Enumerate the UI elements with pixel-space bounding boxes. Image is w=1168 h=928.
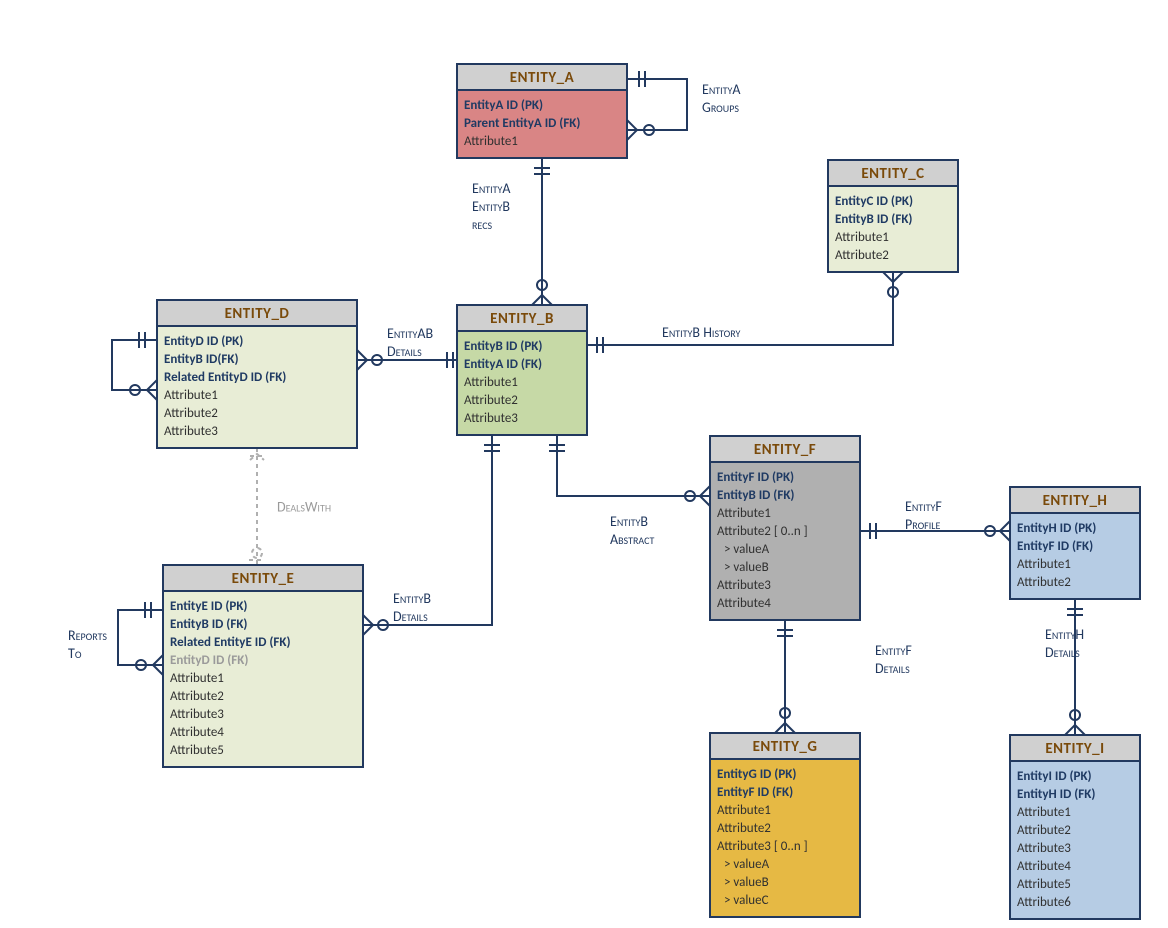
entity-key-optional: EntityD ID (FK) xyxy=(170,653,248,668)
entity-attr: Attribute3 xyxy=(464,411,518,426)
entity-attr: Attribute1 xyxy=(464,375,518,390)
entity-key: EntityB ID (FK) xyxy=(835,212,912,227)
relationship-label: Details xyxy=(393,608,428,625)
relationship-label: DealsWith xyxy=(277,499,331,516)
entity-h: ENTITY_H EntityH ID (PK) EntityF ID (FK) At… xyxy=(1010,487,1140,599)
relationship-label: Details xyxy=(1045,644,1080,661)
entity-title: ENTITY_G xyxy=(753,738,818,756)
relationship-label: To xyxy=(68,645,82,662)
entity-key: EntityE ID (PK) xyxy=(170,599,247,614)
entity-attr: > valueA xyxy=(724,857,770,872)
entity-attr: Attribute1 xyxy=(717,803,771,818)
entity-b: ENTITY_B EntityB ID (PK) EntityA ID (FK) At… xyxy=(457,305,587,435)
entity-key: EntityF ID (FK) xyxy=(1017,539,1093,554)
relationship-label: EntityAB xyxy=(387,325,434,342)
entity-key: Related EntityD ID (FK) xyxy=(164,370,286,385)
entity-attr: Attribute3 xyxy=(1017,841,1071,856)
entity-c: ENTITY_C EntityC ID (PK) EntityB ID (FK) At… xyxy=(828,160,958,272)
entity-key: EntityB ID (FK) xyxy=(170,617,247,632)
entity-attr: Attribute1 xyxy=(170,671,224,686)
entity-title: ENTITY_I xyxy=(1045,740,1104,758)
entity-key: EntityB ID(FK) xyxy=(164,352,239,367)
entity-title: ENTITY_B xyxy=(490,310,554,328)
entity-attr: Attribute6 xyxy=(1017,895,1071,910)
relationship-label: recs xyxy=(472,216,493,233)
entity-title: ENTITY_C xyxy=(861,165,924,183)
entity-title: ENTITY_E xyxy=(232,570,295,588)
entity-attr: Attribute1 xyxy=(464,134,518,149)
relationship-label: EntityB xyxy=(610,513,648,530)
entity-attr: Attribute1 xyxy=(835,230,889,245)
entity-d: ENTITY_D EntityD ID (PK) EntityB ID(FK) Rel… xyxy=(157,300,357,448)
entity-attr: Attribute2 xyxy=(170,689,224,704)
entity-attr: Attribute3 [ 0..n ] xyxy=(717,839,808,854)
relationship-label: Groups xyxy=(702,99,739,116)
entity-title: ENTITY_D xyxy=(225,305,290,323)
relationship-label: EntityF xyxy=(875,642,912,659)
entity-attr: Attribute2 xyxy=(1017,575,1071,590)
entity-key: EntityB ID (FK) xyxy=(717,488,794,503)
relationship-label: EntityA xyxy=(472,180,511,197)
relationship-label: EntityA xyxy=(702,81,741,98)
entity-key: EntityI ID (PK) xyxy=(1017,769,1092,784)
entity-attr: Attribute3 xyxy=(170,707,224,722)
relationship-label: EntityH xyxy=(1045,626,1084,643)
entity-attr: Attribute3 xyxy=(164,424,218,439)
relationship-label: Abstract xyxy=(610,531,654,548)
relationship-label: Reports xyxy=(68,627,107,644)
entity-title: ENTITY_H xyxy=(1043,492,1108,510)
entity-attr: Attribute1 xyxy=(717,506,771,521)
entity-attr: Attribute2 xyxy=(1017,823,1071,838)
entity-attr: > valueC xyxy=(724,893,769,908)
entity-attr: Attribute4 xyxy=(170,725,224,740)
entity-key: EntityB ID (PK) xyxy=(464,339,542,354)
entity-title: ENTITY_F xyxy=(754,441,816,459)
entity-attr: Attribute2 xyxy=(464,393,518,408)
entity-key: EntityF ID (PK) xyxy=(717,470,794,485)
entity-attr: Attribute2 xyxy=(164,406,218,421)
entity-i: ENTITY_I EntityI ID (PK) EntityH ID (FK) At… xyxy=(1010,735,1140,919)
relationship-label: Profile xyxy=(905,516,941,533)
entity-a: ENTITY_A EntityA ID (PK) Parent EntityA ID… xyxy=(457,64,627,158)
entity-key: EntityC ID (PK) xyxy=(835,194,913,209)
entity-attr: > valueB xyxy=(724,560,769,575)
entity-key: EntityH ID (FK) xyxy=(1017,787,1095,802)
entity-key: EntityF ID (FK) xyxy=(717,785,793,800)
entity-attr: Attribute4 xyxy=(1017,859,1071,874)
entity-attr: Attribute1 xyxy=(164,388,218,403)
entity-attr: Attribute5 xyxy=(170,743,224,758)
entity-attr: > valueB xyxy=(724,875,769,890)
entity-attr: Attribute2 xyxy=(717,821,771,836)
entity-key: EntityA ID (FK) xyxy=(464,357,542,372)
entity-f: ENTITY_F EntityF ID (PK) EntityB ID (FK) At… xyxy=(710,436,860,620)
entity-key: Related EntityE ID (FK) xyxy=(170,635,291,650)
relationship-label: EntityB xyxy=(472,198,510,215)
entity-key: Parent EntityA ID (FK) xyxy=(464,116,580,131)
relationship-label: Details xyxy=(875,660,910,677)
entity-attr: > valueA xyxy=(724,542,770,557)
entity-key: EntityG ID (PK) xyxy=(717,767,796,782)
entity-g: ENTITY_G EntityG ID (PK) EntityF ID (FK) At… xyxy=(710,733,860,917)
entity-attr: Attribute4 xyxy=(717,596,771,611)
relationship-label: EntityB xyxy=(393,590,431,607)
entity-e: ENTITY_E EntityE ID (PK) EntityB ID (FK) Re… xyxy=(163,565,363,767)
entity-attr: Attribute2 [ 0..n ] xyxy=(717,524,808,539)
entity-attr: Attribute2 xyxy=(835,248,889,263)
entity-attr: Attribute3 xyxy=(717,578,771,593)
entity-attr: Attribute1 xyxy=(1017,557,1071,572)
entity-attr: Attribute5 xyxy=(1017,877,1071,892)
entity-title: ENTITY_A xyxy=(510,69,575,87)
relationship-label: EntityB History xyxy=(662,324,740,341)
entity-attr: Attribute1 xyxy=(1017,805,1071,820)
relationship-label: Details xyxy=(387,343,422,360)
entity-key: EntityD ID (PK) xyxy=(164,334,243,349)
entity-key: EntityA ID (PK) xyxy=(464,98,543,113)
relationship-label: EntityF xyxy=(905,498,942,515)
entity-key: EntityH ID (PK) xyxy=(1017,521,1096,536)
